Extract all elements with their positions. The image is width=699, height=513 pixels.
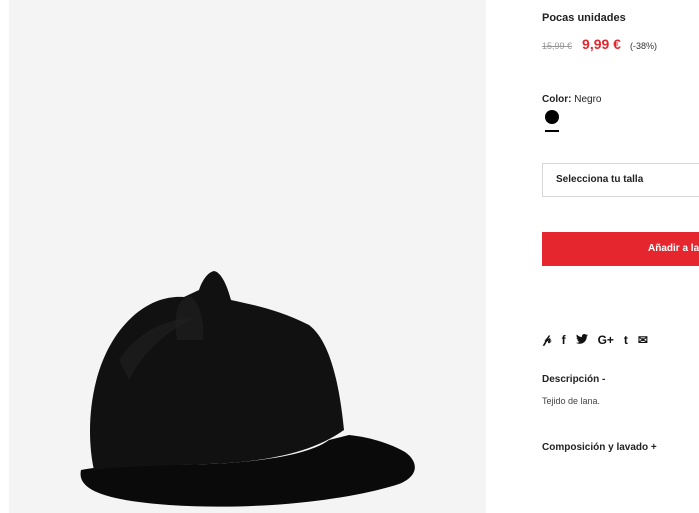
description-toggle[interactable]: Descripción - xyxy=(542,374,605,385)
product-image[interactable] xyxy=(9,0,486,513)
stock-status: Pocas unidades xyxy=(542,12,626,24)
color-label: Color: Negro xyxy=(542,94,601,105)
composition-toggle[interactable]: Composición y lavado + xyxy=(542,442,657,453)
description-text: Tejido de lana. xyxy=(542,396,601,406)
twitter-icon[interactable] xyxy=(575,333,588,347)
color-label-key: Color: xyxy=(542,94,572,105)
add-to-cart-button[interactable]: Añadir a la cesta xyxy=(542,232,699,266)
pinterest-icon[interactable]: 𝓅 xyxy=(543,332,552,347)
current-price: 9,99 € xyxy=(582,36,621,52)
share-icons: 𝓅 f G+ t ✉ xyxy=(543,332,648,347)
color-value: Negro xyxy=(574,94,602,105)
tumblr-icon[interactable]: t xyxy=(624,333,628,347)
facebook-icon[interactable]: f xyxy=(562,333,566,347)
google-plus-icon[interactable]: G+ xyxy=(598,333,614,347)
cat-ear-cap-illustration xyxy=(80,271,415,507)
swatch-selected-indicator xyxy=(545,130,559,132)
price-row: 15,99 € 9,99 € (-38%) xyxy=(542,36,657,52)
discount-badge: (-38%) xyxy=(629,41,657,51)
email-icon[interactable]: ✉ xyxy=(638,333,648,347)
old-price: 15,99 € xyxy=(542,41,573,51)
size-select[interactable]: Selecciona tu talla xyxy=(542,163,699,197)
color-swatch-black[interactable] xyxy=(545,110,559,124)
